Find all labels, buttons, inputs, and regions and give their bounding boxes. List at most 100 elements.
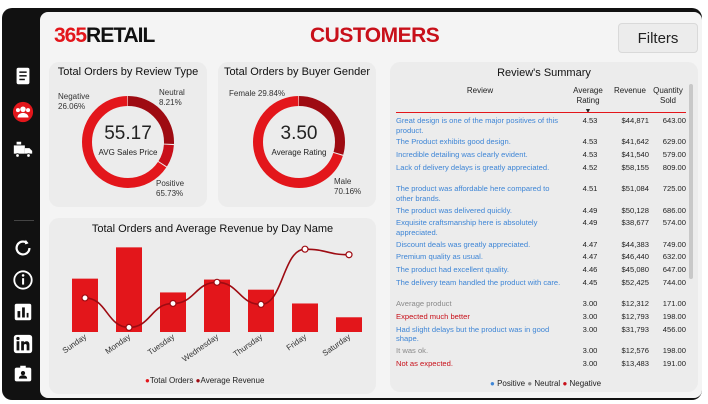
- revenue-cell: $13,483: [621, 359, 649, 368]
- review-cell: Exquisite craftsmanship here is absolute…: [396, 218, 538, 237]
- users-icon[interactable]: [11, 100, 35, 124]
- table-row[interactable]: The product was delivered quickly. 4.49 $5…: [396, 206, 686, 218]
- card-title: Review's Summary: [497, 67, 591, 79]
- negative-label: Negative 26.06%: [58, 92, 90, 112]
- legend-orders: Total Orders: [149, 376, 194, 385]
- table-row[interactable]: Incredible detailing was clearly evident…: [396, 150, 686, 162]
- truck-icon[interactable]: [11, 138, 35, 162]
- rating-cell: 3.00: [582, 346, 598, 356]
- avg-rating-label: Average Rating: [271, 148, 327, 157]
- revenue-cell: $46,440: [621, 252, 649, 262]
- rating-cell: 4.49: [582, 205, 598, 215]
- col-header-rating-text: Average Rating: [573, 86, 603, 105]
- positive-label-text: Positive: [156, 179, 185, 188]
- bar-saturday: [336, 317, 362, 332]
- rating-cell: 4.53: [582, 150, 598, 160]
- table-row[interactable]: Premium quality as usual. 4.47 $46,440 632.…: [396, 252, 686, 264]
- table-row[interactable]: It was ok. 3.00 $12,576 198.00: [396, 346, 686, 358]
- rating-cell: 4.51: [582, 184, 598, 194]
- revenue-point-friday: [301, 245, 309, 253]
- avg-sales-price-value: 55.17: [104, 123, 152, 144]
- rating-cell: 4.45: [582, 278, 598, 287]
- day-chart: Sunday Monday Tuesday Wednesday Thursday Frid…: [61, 245, 362, 364]
- table-row[interactable]: Exquisite craftsmanship here is absolute…: [396, 218, 686, 238]
- bar-friday: [292, 303, 318, 332]
- tick-wednesday: Wednesday: [180, 332, 220, 364]
- review-cell: Premium quality as usual.: [396, 252, 483, 262]
- rating-cell: 4.53: [582, 137, 598, 147]
- rating-cell: 4.53: [582, 116, 598, 125]
- male-label-text: Male: [334, 177, 352, 186]
- qty-cell: 171.00: [662, 299, 686, 309]
- qty-cell: 632.00: [662, 252, 686, 262]
- table-row[interactable]: The Product exhibits good design. 4.53 $41…: [396, 137, 686, 149]
- col-header-revenue[interactable]: Revenue: [610, 86, 650, 96]
- sidebar: [6, 10, 40, 394]
- tick-friday: Friday: [285, 332, 308, 352]
- revenue-cell: $38,677: [621, 218, 649, 228]
- bar-monday: [116, 247, 142, 332]
- table-row[interactable]: Great design is one of the major positiv…: [396, 116, 686, 136]
- male-label: Male 70.16%: [334, 177, 361, 197]
- header-divider: [396, 112, 686, 113]
- review-cell: The Product exhibits good design.: [396, 137, 511, 147]
- filters-button[interactable]: Filters: [618, 23, 698, 53]
- table-row[interactable]: The delivery team handled the product wi…: [396, 278, 686, 298]
- sentiment-legend: ● Positive ● Neutral ● Negative: [490, 379, 601, 388]
- refresh-icon[interactable]: [11, 236, 35, 260]
- col-header-review[interactable]: Review: [396, 86, 564, 96]
- legend-dot-neutral: ●: [527, 379, 533, 388]
- rating-cell: 3.00: [582, 312, 598, 322]
- legend-revenue: Average Revenue: [200, 376, 265, 385]
- review-cell: Lack of delivery delays is greatly appre…: [396, 162, 550, 172]
- table-scrollbar[interactable]: [689, 84, 693, 279]
- document-icon[interactable]: [11, 64, 35, 88]
- revenue-cell: $52,425: [621, 278, 649, 287]
- review-cell: The delivery team handled the product wi…: [396, 278, 561, 287]
- review-cell: The product was delivered quickly.: [396, 205, 512, 215]
- revenue-cell: $50,128: [621, 205, 649, 215]
- revenue-cell: $51,084: [621, 184, 649, 194]
- sidebar-separator: [14, 220, 34, 221]
- revenue-cell: $58,155: [621, 162, 649, 172]
- qty-cell: 198.00: [662, 346, 686, 356]
- info-icon[interactable]: [11, 268, 35, 292]
- qty-cell: 643.00: [662, 116, 686, 125]
- tick-saturday: Saturday: [321, 332, 352, 358]
- qty-cell: 629.00: [662, 137, 686, 147]
- brand-logo: 365RETAIL: [54, 24, 155, 48]
- bar-thursday: [248, 289, 274, 332]
- rating-cell: 3.00: [582, 324, 598, 334]
- table-row[interactable]: Average product 3.00 $12,312 171.00: [396, 299, 686, 311]
- neutral-pct: 8.21%: [159, 98, 182, 107]
- male-pct: 70.16%: [334, 187, 362, 196]
- table-row[interactable]: The product had excellent quality. 4.46 $4…: [396, 265, 686, 277]
- revenue-point-saturday: [345, 251, 353, 259]
- col-header-qty[interactable]: Quantity Sold: [651, 86, 685, 106]
- table-row[interactable]: Expected much better 3.00 $12,793 198.00: [396, 312, 686, 324]
- linkedin-icon[interactable]: [11, 332, 35, 356]
- table-row[interactable]: Lack of delivery delays is greatly appre…: [396, 163, 686, 183]
- reviews-summary-card: Review's Summary Review Average Rating▼ …: [390, 62, 698, 392]
- review-cell: Average product: [396, 299, 452, 309]
- review-cell: Discount deals was greatly appreciated.: [396, 239, 531, 249]
- table-row[interactable]: Discount deals was greatly appreciated. 4…: [396, 240, 686, 252]
- negative-pct: 26.06%: [58, 102, 86, 111]
- tick-tuesday: Tuesday: [146, 332, 176, 357]
- table-row[interactable]: The product was affordable here compared…: [396, 184, 686, 204]
- table-row[interactable]: Had slight delays but the product was in…: [396, 325, 686, 345]
- review-cell: The product was affordable here compared…: [396, 184, 550, 203]
- badge-icon[interactable]: [11, 362, 35, 386]
- chart-icon[interactable]: [11, 300, 35, 324]
- legend-neutral: Neutral: [534, 379, 561, 388]
- review-cell: Incredible detailing was clearly evident…: [396, 150, 528, 160]
- revenue-point-thursday: [257, 300, 265, 309]
- bar-sunday: [72, 278, 98, 332]
- revenue-point-sunday: [81, 294, 89, 302]
- qty-cell: 579.00: [662, 150, 686, 160]
- qty-cell: 198.00: [662, 312, 686, 322]
- table-row[interactable]: Not as expected. 3.00 $13,483 191.00: [396, 359, 686, 371]
- rating-cell: 3.00: [582, 359, 598, 368]
- tick-monday: Monday: [104, 332, 132, 356]
- page-title: CUSTOMERS: [310, 24, 440, 47]
